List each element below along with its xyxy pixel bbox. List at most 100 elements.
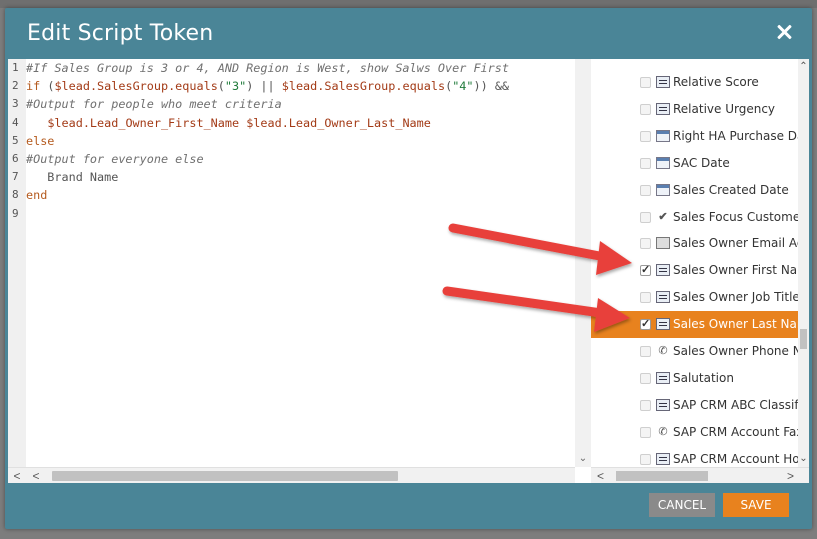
field-list-horizontal-scrollbar[interactable]: < > — [591, 467, 809, 483]
form-icon — [656, 371, 670, 384]
field-label: SAP CRM Account Fax — [673, 424, 804, 439]
code-line[interactable] — [26, 205, 575, 223]
calendar-icon — [656, 129, 670, 142]
field-list-item[interactable]: SAP CRM Account Hous — [591, 446, 809, 467]
field-checkbox[interactable] — [640, 453, 651, 465]
field-list-item[interactable]: Relative Score — [591, 69, 798, 96]
cancel-button[interactable]: CANCEL — [649, 493, 715, 517]
field-list-h-scroll-thumb[interactable] — [616, 471, 708, 481]
field-label: Sales Created Date — [673, 182, 789, 197]
scroll-down-icon[interactable]: ⌄ — [577, 453, 589, 465]
form-icon — [656, 264, 670, 277]
save-button[interactable]: SAVE — [723, 493, 789, 517]
code-token: #Output for everyone else — [26, 151, 204, 166]
field-list-item[interactable]: SAC Date — [591, 150, 798, 177]
field-checkbox[interactable] — [640, 238, 651, 250]
code-token: $lead.SalesGroup.equals — [54, 79, 218, 94]
field-label: Sales Owner First Name — [673, 263, 809, 278]
field-label: Relative Score — [673, 75, 759, 89]
field-checkbox[interactable] — [640, 184, 651, 196]
field-list-item[interactable]: ✆ Sales Owner Phone Nu — [591, 338, 809, 365]
phone-icon: ✆ — [658, 345, 668, 357]
code-token: end — [26, 188, 48, 203]
code-line[interactable]: end — [26, 186, 575, 204]
line-number: 8 — [12, 188, 19, 202]
form-icon — [656, 398, 670, 411]
field-checkbox[interactable] — [640, 346, 651, 357]
field-label: SAP CRM ABC Classifica — [673, 397, 809, 412]
field-checkbox[interactable] — [640, 77, 651, 88]
code-token: $lead.Lead_Owner_First_Name — [47, 115, 240, 130]
code-token: #If Sales Group is 3 or 4, AND Region is… — [26, 61, 509, 75]
field-checkbox[interactable] — [640, 317, 651, 331]
backdrop-top — [0, 0, 817, 8]
field-checkbox[interactable] — [640, 292, 651, 304]
form-icon — [656, 291, 670, 304]
form-icon — [656, 76, 670, 88]
code-line[interactable]: #Output for everyone else — [26, 150, 575, 168]
scroll-down-icon[interactable]: ⌄ — [798, 453, 809, 465]
scroll-left-icon[interactable]: < — [597, 469, 609, 483]
calendar-icon — [656, 183, 670, 196]
editor-vertical-scrollbar[interactable]: ⌄ — [575, 59, 591, 467]
scroll-up-icon[interactable]: ⌃ — [798, 61, 809, 73]
field-list-item[interactable]: ✆ SAP CRM Account Fax — [591, 419, 804, 446]
code-area[interactable]: #If Sales Group is 3 or 4, AND Region is… — [26, 59, 575, 467]
scroll-left-icon[interactable]: < — [10, 469, 24, 483]
email-icon — [656, 237, 670, 250]
form-icon — [656, 318, 670, 331]
field-checkbox[interactable] — [640, 211, 651, 223]
line-number: 6 — [12, 151, 19, 165]
field-list-item[interactable]: Right HA Purchase Date — [591, 123, 809, 150]
field-checkbox[interactable] — [640, 426, 651, 438]
scroll-right-icon[interactable]: < — [29, 469, 43, 483]
editor-scroll-thumb[interactable] — [52, 471, 398, 481]
code-line[interactable]: $lead.Lead_Owner_First_Name $lead.Lead_O… — [26, 114, 575, 132]
field-list-item[interactable]: ✔ Sales Focus Customer — [591, 204, 805, 231]
code-line[interactable]: Brand Name — [26, 168, 575, 186]
field-checkbox[interactable] — [640, 130, 651, 142]
field-label: Relative Urgency — [673, 101, 776, 116]
line-number: 4 — [12, 115, 19, 129]
code-token: #Output for people who meet criteria — [26, 97, 282, 112]
field-list-item[interactable]: Sales Owner Email Addr — [591, 230, 809, 257]
field-checkbox[interactable] — [640, 103, 651, 115]
edit-script-token-dialog: Edit Script Token 1 2 3 4 5 6 7 8 9 #If Sales Gr… — [5, 8, 812, 529]
script-editor[interactable]: 1 2 3 4 5 6 7 8 9 #If Sales Group is 3 or 4, AND… — [8, 59, 575, 467]
field-label: Sales Owner Job Title — [673, 290, 800, 305]
field-list-item[interactable]: Sales Owner Last Name — [591, 311, 809, 339]
field-list-vertical-scrollbar[interactable]: ⌃ ⌄ — [798, 59, 809, 467]
code-token: if — [26, 79, 41, 94]
field-label: Salutation — [673, 370, 734, 385]
line-number: 9 — [12, 206, 19, 220]
line-number: 7 — [12, 170, 19, 184]
field-checkbox[interactable] — [640, 263, 651, 277]
field-list-item[interactable]: Salutation — [591, 365, 798, 392]
field-list-scroll-thumb[interactable] — [800, 329, 807, 349]
field-list-item[interactable]: Sales Owner First Name — [591, 257, 809, 284]
code-line[interactable]: else — [26, 132, 575, 150]
field-label: Sales Owner Phone Nu — [673, 344, 809, 358]
code-token: ( — [217, 79, 225, 94]
field-list-item[interactable]: Relative Urgency — [591, 96, 798, 123]
close-icon[interactable] — [774, 22, 794, 42]
field-checkbox[interactable] — [640, 372, 651, 384]
code-line[interactable]: #If Sales Group is 3 or 4, AND Region is… — [26, 59, 575, 77]
calendar-icon — [656, 156, 670, 169]
field-label: SAC Date — [673, 155, 730, 170]
line-number: 5 — [12, 133, 19, 147]
line-number-gutter: 1 2 3 4 5 6 7 8 9 — [8, 59, 26, 467]
field-checkbox[interactable] — [640, 399, 651, 411]
code-token: ) || — [246, 79, 282, 94]
field-checkbox[interactable] — [640, 157, 651, 169]
code-token: $lead.SalesGroup.equals — [281, 79, 446, 94]
editor-horizontal-scrollbar[interactable]: < < — [8, 467, 575, 483]
code-line[interactable]: #Output for people who meet criteria — [26, 95, 575, 113]
field-label: Right HA Purchase Date — [673, 128, 809, 143]
code-line[interactable]: if ($lead.SalesGroup.equals("3") || $lea… — [26, 77, 575, 95]
field-list-item[interactable]: SAP CRM ABC Classifica — [591, 392, 809, 419]
field-list-item[interactable]: Sales Created Date — [591, 177, 798, 204]
field-list-item[interactable]: Sales Owner Job Title — [591, 284, 800, 311]
scroll-right-icon[interactable]: > — [787, 469, 799, 483]
field-label: Sales Focus Customer — [673, 209, 806, 224]
